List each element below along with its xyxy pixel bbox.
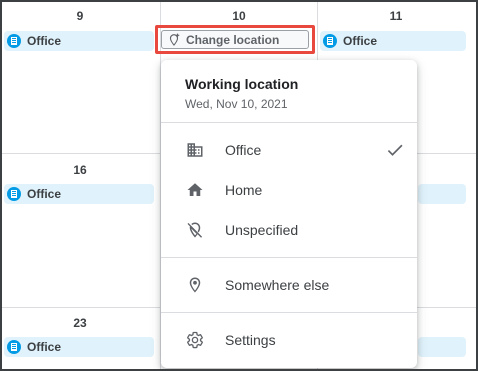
menu-item-label: Settings (225, 332, 276, 348)
divider (161, 122, 417, 123)
office-chip[interactable]: Office (320, 31, 466, 51)
divider (161, 312, 417, 313)
menu-item-home[interactable]: Home (161, 170, 417, 210)
working-location-menu: Working location Wed, Nov 10, 2021 Offic… (161, 60, 417, 368)
office-chip-label: Office (27, 340, 62, 354)
office-building-icon (7, 187, 21, 201)
office-building-icon (7, 34, 21, 48)
change-location-button[interactable]: Change location (161, 30, 309, 49)
menu-item-label: Office (225, 142, 262, 158)
office-building-icon (323, 34, 337, 48)
office-chip[interactable]: Office (4, 184, 154, 204)
gear-icon (185, 330, 205, 350)
office-building-icon (7, 340, 21, 354)
menu-item-settings[interactable]: Settings (161, 320, 417, 360)
home-icon (185, 180, 205, 200)
checkmark-icon (385, 140, 405, 163)
office-chip[interactable]: Office (4, 31, 154, 51)
menu-item-label: Somewhere else (225, 277, 330, 293)
day-number-10[interactable]: 10 (219, 9, 259, 23)
location-pin-icon (185, 275, 205, 295)
menu-item-office[interactable]: Office (161, 130, 417, 170)
menu-date: Wed, Nov 10, 2021 (185, 97, 288, 111)
office-chip[interactable] (418, 184, 466, 204)
change-location-label: Change location (186, 32, 280, 47)
day-number-11[interactable]: 11 (376, 9, 416, 23)
day-number-23[interactable]: 23 (60, 316, 100, 330)
office-chip[interactable] (418, 337, 466, 357)
office-building-icon (185, 140, 205, 160)
menu-item-unspecified[interactable]: Unspecified (161, 210, 417, 250)
change-location-highlight: Change location (155, 25, 315, 54)
office-chip-label: Office (27, 34, 62, 48)
menu-item-label: Unspecified (225, 222, 299, 238)
office-chip[interactable]: Office (4, 337, 154, 357)
office-chip-label: Office (343, 34, 378, 48)
menu-item-label: Home (225, 182, 263, 198)
day-number-9[interactable]: 9 (60, 9, 100, 23)
location-off-icon (185, 220, 205, 240)
add-location-icon (169, 33, 180, 46)
menu-item-somewhere-else[interactable]: Somewhere else (161, 265, 417, 305)
day-number-16[interactable]: 16 (60, 163, 100, 177)
office-chip-label: Office (27, 187, 62, 201)
menu-title: Working location (185, 76, 299, 92)
divider (161, 257, 417, 258)
